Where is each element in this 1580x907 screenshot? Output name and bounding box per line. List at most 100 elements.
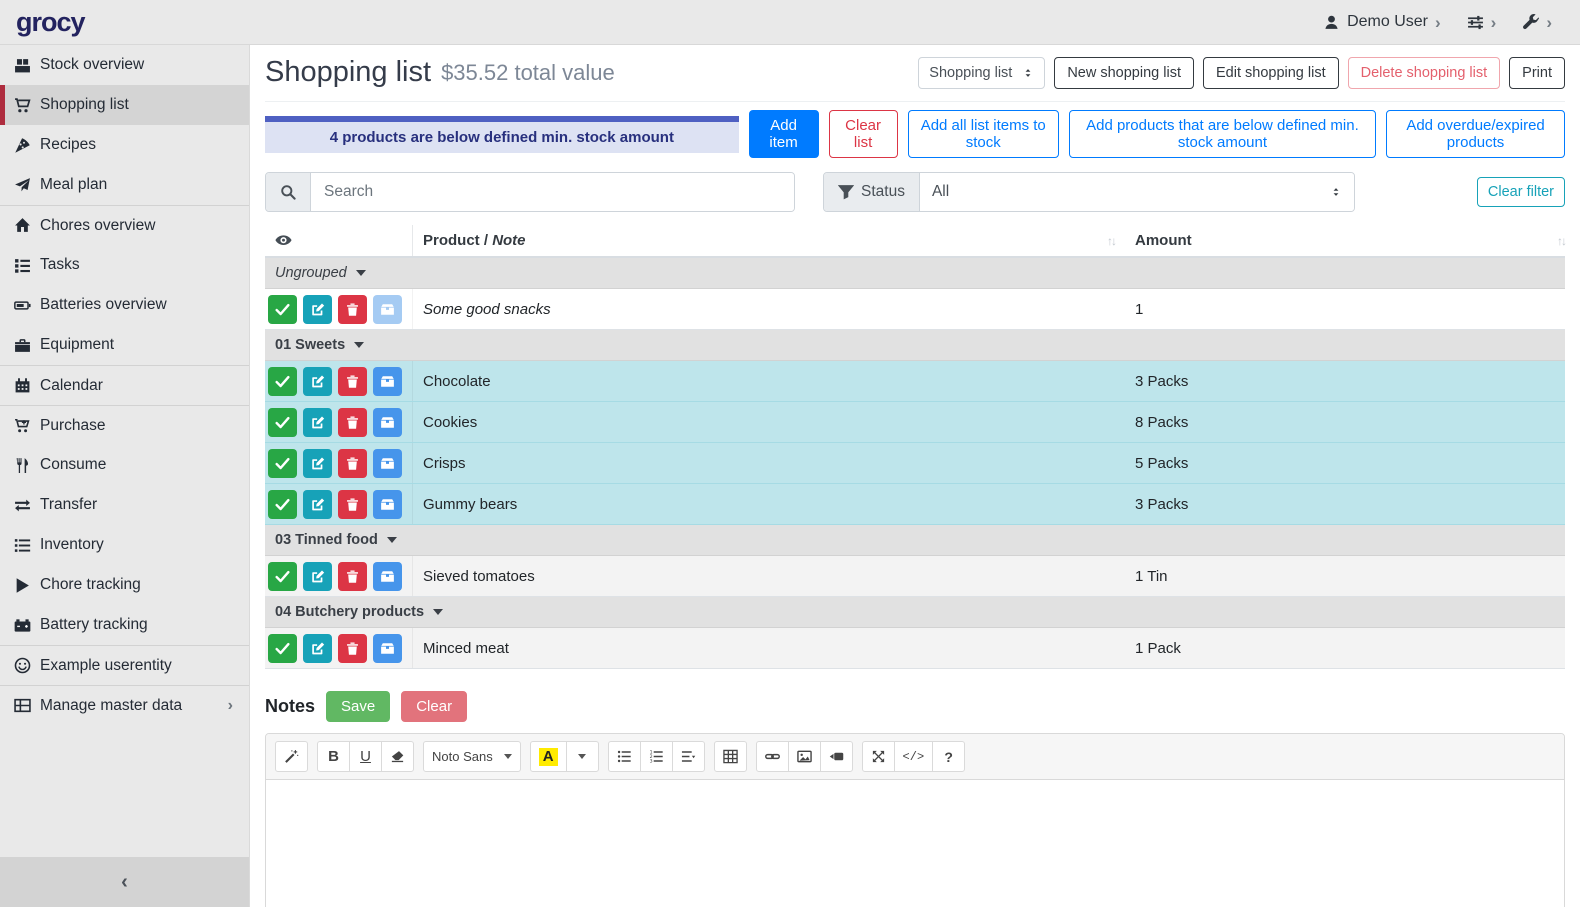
- bold-button[interactable]: B: [317, 741, 350, 772]
- search-input[interactable]: [311, 173, 794, 211]
- add-item-button[interactable]: Add item: [749, 110, 819, 158]
- edit-shopping-list-button[interactable]: Edit shopping list: [1203, 57, 1339, 89]
- ordered-list-button[interactable]: [640, 741, 673, 772]
- add-to-stock-button[interactable]: [373, 367, 402, 396]
- sidebar-item-shopping-list[interactable]: Shopping list: [0, 85, 249, 125]
- table-row: Minced meat 1 Pack: [265, 628, 1565, 669]
- sidebar-item-calendar[interactable]: Calendar: [0, 365, 249, 405]
- add-to-stock-button[interactable]: [373, 295, 402, 324]
- style-magic-button[interactable]: [275, 741, 308, 772]
- insert-table-button[interactable]: [714, 741, 747, 772]
- unordered-list-button[interactable]: [608, 741, 641, 772]
- code-view-button[interactable]: </>: [894, 741, 934, 772]
- add-below-min-button[interactable]: Add products that are below defined min.…: [1069, 110, 1376, 158]
- main-content: Shopping list $35.52 total value Shoppin…: [250, 45, 1580, 907]
- sidebar-item-inventory[interactable]: Inventory: [0, 525, 249, 565]
- sidebar-item-tasks[interactable]: Tasks: [0, 245, 249, 285]
- insert-image-button[interactable]: [788, 741, 821, 772]
- product-column-header[interactable]: Product / Note ↑↓: [413, 232, 1125, 249]
- status-filter-select[interactable]: All: [920, 173, 1354, 211]
- edit-item-button[interactable]: [303, 634, 332, 663]
- notes-editor-content[interactable]: [266, 780, 1564, 907]
- sidebar-item-recipes[interactable]: Recipes: [0, 125, 249, 165]
- mark-done-button[interactable]: [268, 490, 297, 519]
- box-stack-icon: [14, 57, 31, 74]
- mark-done-button[interactable]: [268, 295, 297, 324]
- sidebar-item-stock-overview[interactable]: Stock overview: [0, 45, 249, 85]
- shopping-list-selector[interactable]: Shopping list: [918, 57, 1045, 89]
- edit-item-button[interactable]: [303, 449, 332, 478]
- insert-link-button[interactable]: [756, 741, 789, 772]
- sidebar-item-meal-plan[interactable]: Meal plan: [0, 165, 249, 205]
- table-row: Sieved tomatoes 1 Tin: [265, 556, 1565, 597]
- mark-done-button[interactable]: [268, 367, 297, 396]
- amount-column-header[interactable]: Amount ↑↓: [1125, 232, 1565, 249]
- delete-item-button[interactable]: [338, 408, 367, 437]
- delete-item-button[interactable]: [338, 295, 367, 324]
- group-name: 03 Tinned food: [275, 532, 378, 548]
- clear-list-button[interactable]: Clear list: [829, 110, 898, 158]
- delete-shopping-list-button[interactable]: Delete shopping list: [1348, 57, 1501, 89]
- add-overdue-button[interactable]: Add overdue/expired products: [1386, 110, 1565, 158]
- sidebar-item-label: Chore tracking: [40, 576, 141, 594]
- mark-done-button[interactable]: [268, 449, 297, 478]
- add-to-stock-button[interactable]: [373, 562, 402, 591]
- add-all-to-stock-button[interactable]: Add all list items to stock: [908, 110, 1059, 158]
- sidebar-item-consume[interactable]: Consume: [0, 445, 249, 485]
- sidebar-item-chores-overview[interactable]: Chores overview: [0, 205, 249, 245]
- user-menu[interactable]: Demo User ›: [1323, 13, 1441, 31]
- mark-done-button[interactable]: [268, 562, 297, 591]
- delete-item-button[interactable]: [338, 449, 367, 478]
- delete-item-button[interactable]: [338, 634, 367, 663]
- edit-item-button[interactable]: [303, 367, 332, 396]
- group-header-butchery[interactable]: 04 Butchery products: [265, 597, 1565, 628]
- fullscreen-button[interactable]: [862, 741, 895, 772]
- font-family-dropdown[interactable]: Noto Sans: [423, 741, 521, 772]
- edit-item-button[interactable]: [303, 490, 332, 519]
- print-button[interactable]: Print: [1509, 57, 1565, 89]
- notes-clear-button[interactable]: Clear: [401, 691, 467, 722]
- sidebar-item-transfer[interactable]: Transfer: [0, 485, 249, 525]
- group-header-tinned-food[interactable]: 03 Tinned food: [265, 525, 1565, 556]
- sidebar-item-purchase[interactable]: Purchase: [0, 405, 249, 445]
- group-header-ungrouped[interactable]: Ungrouped: [265, 258, 1565, 289]
- delete-item-button[interactable]: [338, 562, 367, 591]
- sidebar-item-manage-master-data[interactable]: Manage master data›: [0, 685, 249, 725]
- sidebar-item-label: Manage master data: [40, 697, 182, 715]
- visibility-column-header[interactable]: [265, 225, 413, 256]
- sidebar-item-batteries-overview[interactable]: Batteries overview: [0, 285, 249, 325]
- check-icon: [275, 374, 290, 389]
- mark-done-button[interactable]: [268, 408, 297, 437]
- grocy-logo[interactable]: grocy: [16, 7, 85, 37]
- sidebar-collapse-button[interactable]: ‹: [0, 857, 249, 907]
- table-row: Chocolate 3 Packs: [265, 361, 1565, 402]
- sidebar-item-chore-tracking[interactable]: Chore tracking: [0, 565, 249, 605]
- sidebar-item-example-userentity[interactable]: Example userentity: [0, 645, 249, 685]
- new-shopping-list-button[interactable]: New shopping list: [1054, 57, 1194, 89]
- notes-save-button[interactable]: Save: [326, 691, 390, 722]
- paragraph-button[interactable]: [672, 741, 705, 772]
- mark-done-button[interactable]: [268, 634, 297, 663]
- sidebar-item-equipment[interactable]: Equipment: [0, 325, 249, 365]
- add-to-stock-button[interactable]: [373, 634, 402, 663]
- clear-filter-button[interactable]: Clear filter: [1477, 177, 1565, 207]
- sidebar-item-battery-tracking[interactable]: Battery tracking: [0, 605, 249, 645]
- font-color-dropdown[interactable]: [566, 741, 599, 772]
- clear-formatting-button[interactable]: [381, 741, 414, 772]
- edit-item-button[interactable]: [303, 562, 332, 591]
- edit-item-button[interactable]: [303, 295, 332, 324]
- group-name: 01 Sweets: [275, 337, 345, 353]
- help-button[interactable]: ?: [932, 741, 965, 772]
- delete-item-button[interactable]: [338, 490, 367, 519]
- delete-item-button[interactable]: [338, 367, 367, 396]
- add-to-stock-button[interactable]: [373, 408, 402, 437]
- underline-button[interactable]: U: [349, 741, 382, 772]
- insert-video-button[interactable]: [820, 741, 853, 772]
- admin-menu[interactable]: ›: [1522, 14, 1552, 31]
- edit-item-button[interactable]: [303, 408, 332, 437]
- font-color-button[interactable]: A: [530, 741, 567, 772]
- add-to-stock-button[interactable]: [373, 449, 402, 478]
- settings-menu[interactable]: ›: [1467, 14, 1497, 31]
- add-to-stock-button[interactable]: [373, 490, 402, 519]
- group-header-sweets[interactable]: 01 Sweets: [265, 330, 1565, 361]
